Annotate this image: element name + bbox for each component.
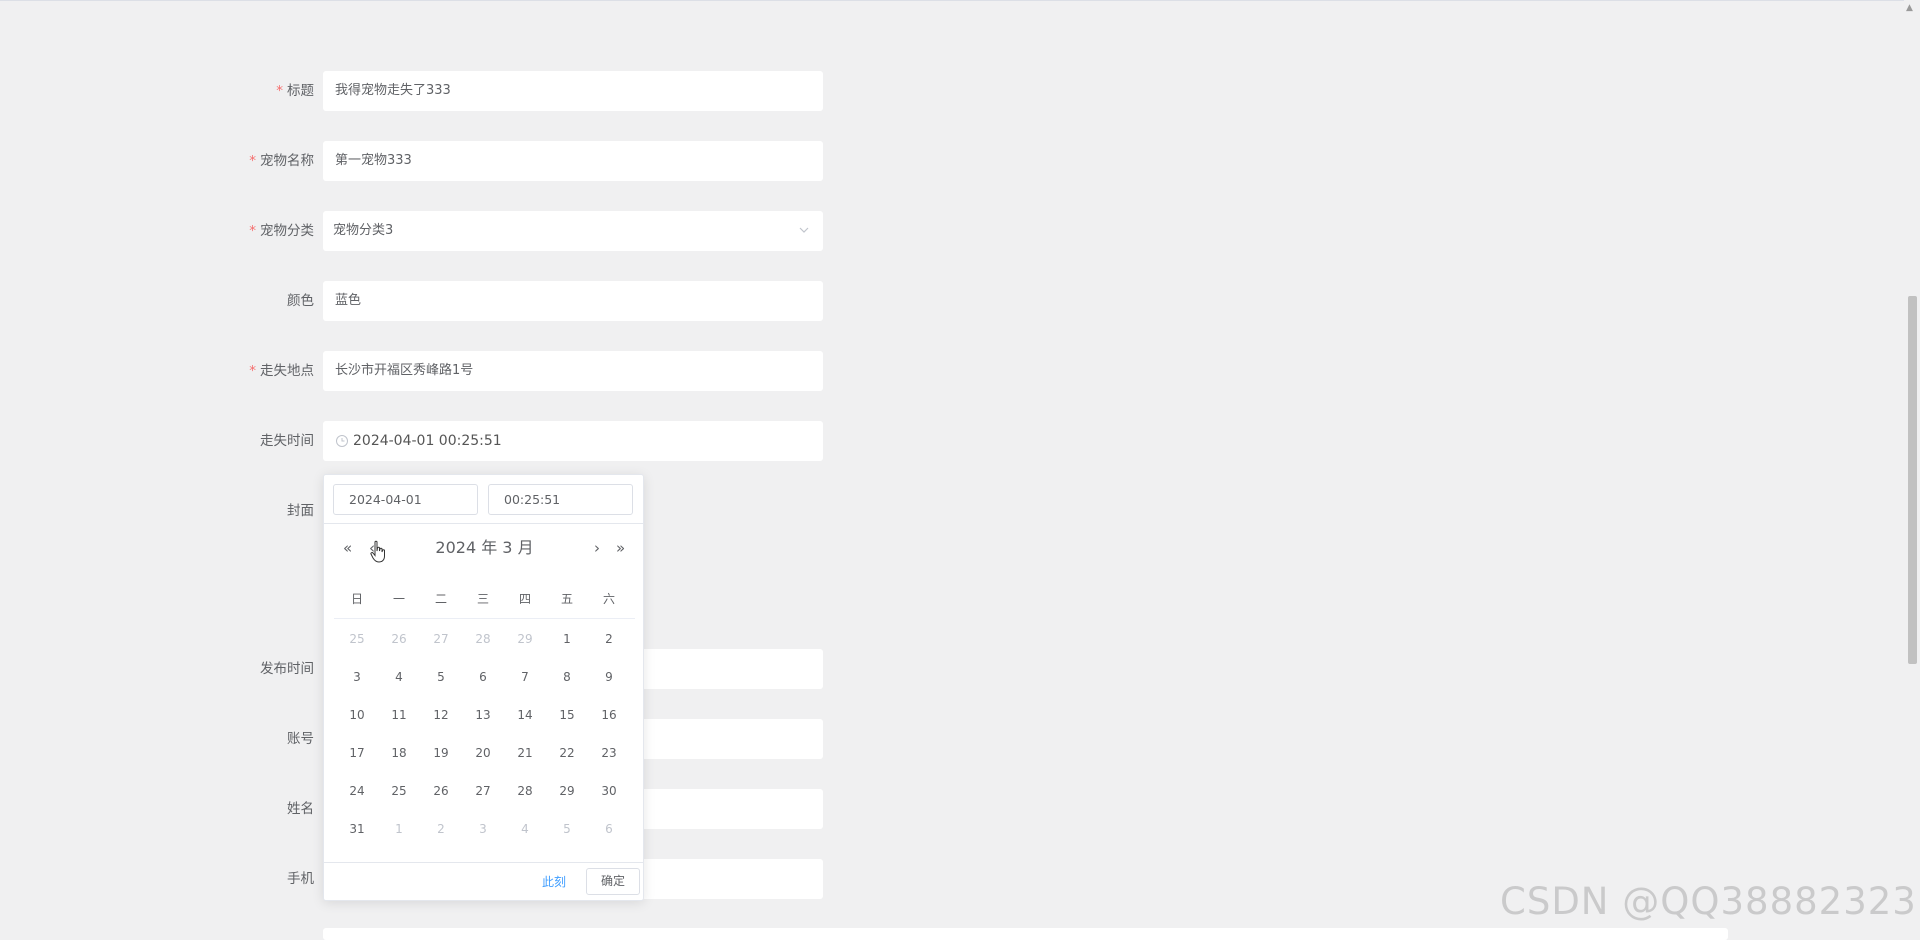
calendar-day[interactable]: 2 xyxy=(589,631,629,647)
pet-category-label: * 宠物分类 xyxy=(249,223,314,239)
calendar-day[interactable]: 18 xyxy=(379,745,419,761)
cover-label: 封面 xyxy=(287,503,314,519)
weekday-label: 五 xyxy=(560,592,573,606)
calendar-day[interactable]: 7 xyxy=(505,669,545,685)
pet-name-input[interactable]: 第一宠物333 xyxy=(323,141,823,181)
clock-icon xyxy=(336,435,348,447)
calendar-day-other-month[interactable]: 26 xyxy=(379,631,419,647)
calendar-day-other-month[interactable]: 6 xyxy=(589,821,629,837)
weekday-label: 日 xyxy=(350,592,363,606)
form-item-title: * 标题 我得宠物走失了333 xyxy=(0,71,830,111)
weekday-label: 一 xyxy=(392,592,405,606)
calendar-day[interactable]: 15 xyxy=(547,707,587,723)
color-input[interactable]: 蓝色 xyxy=(323,281,823,321)
calendar-day[interactable]: 28 xyxy=(505,783,545,799)
calendar-day[interactable]: 3 xyxy=(337,669,377,685)
calendar-day-other-month[interactable]: 4 xyxy=(505,821,545,837)
now-button[interactable]: 此刻 xyxy=(542,874,566,890)
hand-cursor-icon xyxy=(370,540,385,563)
calendar-day[interactable]: 13 xyxy=(463,707,503,723)
calendar-day[interactable]: 4 xyxy=(379,669,419,685)
csdn-watermark: CSDN @QQ3888232316 xyxy=(1500,880,1920,923)
picker-time-input[interactable]: 00:25:51 xyxy=(488,484,633,515)
next-month-button[interactable]: › xyxy=(594,538,600,558)
calendar-day-other-month[interactable]: 3 xyxy=(463,821,503,837)
confirm-button[interactable]: 确定 xyxy=(586,868,640,895)
calendar-day[interactable]: 19 xyxy=(421,745,461,761)
calendar-day[interactable]: 14 xyxy=(505,707,545,723)
datetime-picker-panel: 2024-04-01 00:25:51 « ‹ 2024 年 3 月 › » 日… xyxy=(323,474,644,901)
scroll-up-arrow-icon[interactable]: ▲ xyxy=(1906,4,1913,13)
calendar-day[interactable]: 22 xyxy=(547,745,587,761)
calendar-day-other-month[interactable]: 2 xyxy=(421,821,461,837)
top-divider xyxy=(0,0,1920,1)
weekday-label: 四 xyxy=(518,592,531,606)
calendar-day[interactable]: 16 xyxy=(589,707,629,723)
calendar-day-other-month[interactable]: 1 xyxy=(379,821,419,837)
calendar-day[interactable]: 21 xyxy=(505,745,545,761)
chevron-down-icon xyxy=(799,227,809,233)
calendar-day-other-month[interactable]: 5 xyxy=(547,821,587,837)
weekday-divider xyxy=(334,618,635,619)
calendar-day[interactable]: 12 xyxy=(421,707,461,723)
picker-date-input[interactable]: 2024-04-01 xyxy=(333,484,478,515)
calendar-day[interactable]: 31 xyxy=(337,821,377,837)
calendar-day[interactable]: 26 xyxy=(421,783,461,799)
pet-category-select[interactable]: 宠物分类3 xyxy=(323,211,823,251)
calendar-day-other-month[interactable]: 29 xyxy=(505,631,545,647)
calendar-day[interactable]: 27 xyxy=(463,783,503,799)
calendar-day[interactable]: 5 xyxy=(421,669,461,685)
publish-time-label: 发布时间 xyxy=(260,661,314,677)
calendar-day[interactable]: 23 xyxy=(589,745,629,761)
name-label: 姓名 xyxy=(287,801,314,817)
calendar-day[interactable]: 25 xyxy=(379,783,419,799)
lost-time-input[interactable]: 2024-04-01 00:25:51 xyxy=(323,421,823,461)
lost-location-input[interactable]: 长沙市开福区秀峰路1号 xyxy=(323,351,823,391)
calendar-day[interactable]: 1 xyxy=(547,631,587,647)
color-label: 颜色 xyxy=(287,293,314,309)
picker-header-divider xyxy=(324,523,643,524)
calendar-day[interactable]: 20 xyxy=(463,745,503,761)
picker-footer-divider xyxy=(324,862,643,863)
calendar-day-other-month[interactable]: 25 xyxy=(337,631,377,647)
calendar-day-other-month[interactable]: 27 xyxy=(421,631,461,647)
weekday-label: 六 xyxy=(602,592,615,606)
calendar-day[interactable]: 10 xyxy=(337,707,377,723)
calendar-day[interactable]: 6 xyxy=(463,669,503,685)
calendar-day[interactable]: 9 xyxy=(589,669,629,685)
lost-time-label: 走失时间 xyxy=(260,433,314,449)
calendar-day[interactable]: 30 xyxy=(589,783,629,799)
title-label: * 标题 xyxy=(276,83,314,99)
next-year-button[interactable]: » xyxy=(616,538,625,558)
calendar-day[interactable]: 11 xyxy=(379,707,419,723)
weekday-label: 三 xyxy=(476,592,489,606)
calendar-day[interactable]: 29 xyxy=(547,783,587,799)
lost-location-label: * 走失地点 xyxy=(249,363,314,379)
form-item-pet-category: * 宠物分类 宠物分类3 xyxy=(0,211,830,251)
scrollbar-thumb[interactable] xyxy=(1908,296,1917,664)
form-item-lost-location: * 走失地点 长沙市开福区秀峰路1号 xyxy=(0,351,830,391)
calendar-day[interactable]: 17 xyxy=(337,745,377,761)
next-form-input[interactable] xyxy=(323,928,1728,940)
calendar-day-other-month[interactable]: 28 xyxy=(463,631,503,647)
title-input[interactable]: 我得宠物走失了333 xyxy=(323,71,823,111)
calendar-day[interactable]: 8 xyxy=(547,669,587,685)
form-item-lost-time: 走失时间 2024-04-01 00:25:51 xyxy=(0,421,830,461)
account-label: 账号 xyxy=(287,731,314,747)
form-item-pet-name: * 宠物名称 第一宠物333 xyxy=(0,141,830,181)
pet-name-label: * 宠物名称 xyxy=(249,153,314,169)
weekday-label: 二 xyxy=(434,592,447,606)
calendar-day[interactable]: 24 xyxy=(337,783,377,799)
phone-label: 手机 xyxy=(287,871,314,887)
form-item-color: 颜色 蓝色 xyxy=(0,281,830,321)
